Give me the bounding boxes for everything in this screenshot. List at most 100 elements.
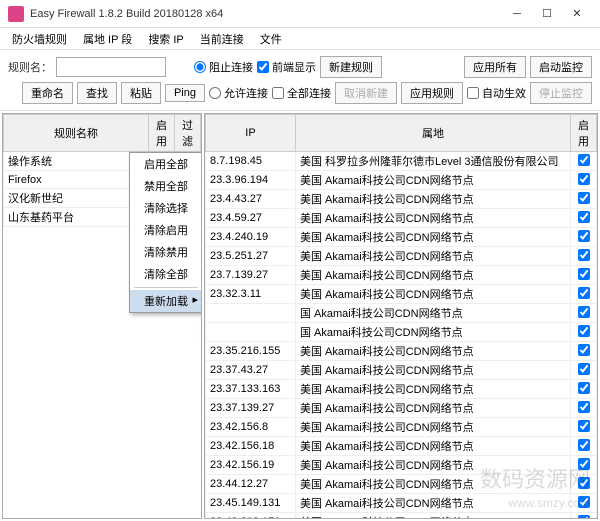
ip-cell[interactable]: 23.42.156.8 (206, 418, 296, 437)
menu-item[interactable]: 清除启用 (130, 219, 202, 241)
ip-enable-check[interactable] (578, 363, 590, 375)
ip-enable-check[interactable] (578, 192, 590, 204)
close-button[interactable]: ✕ (562, 4, 592, 24)
location-cell[interactable]: 美国 Akamai科技公司CDN网络节点 (296, 494, 571, 513)
col-ip[interactable]: IP (206, 115, 296, 152)
location-cell[interactable]: 美国 Akamai科技公司CDN网络节点 (296, 171, 571, 190)
location-cell[interactable]: 美国 Akamai科技公司CDN网络节点 (296, 513, 571, 520)
ip-enable-check[interactable] (578, 287, 590, 299)
rule-row-name[interactable]: 操作系统 (4, 152, 149, 171)
rule-row-name[interactable]: 汉化新世纪 (4, 189, 149, 208)
location-cell[interactable]: 美国 Akamai科技公司CDN网络节点 (296, 266, 571, 285)
ip-cell[interactable]: 23.5.251.27 (206, 247, 296, 266)
menu-firewall-rules[interactable]: 防火墙规则 (4, 29, 75, 49)
location-cell[interactable]: 美国 Akamai科技公司CDN网络节点 (296, 190, 571, 209)
menu-ip-region[interactable]: 属地 IP 段 (75, 29, 140, 49)
apply-all-button[interactable]: 应用所有 (464, 56, 526, 78)
ip-enable-check[interactable] (578, 344, 590, 356)
menu-current-conn[interactable]: 当前连接 (192, 29, 252, 49)
maximize-button[interactable]: ☐ (532, 4, 562, 24)
rule-name-input[interactable] (56, 57, 166, 77)
location-cell[interactable]: 美国 Akamai科技公司CDN网络节点 (296, 342, 571, 361)
location-cell[interactable]: 美国 Akamai科技公司CDN网络节点 (296, 228, 571, 247)
ip-enable-check[interactable] (578, 515, 590, 520)
ip-cell[interactable]: 23.7.139.27 (206, 266, 296, 285)
location-cell[interactable]: 美国 Akamai科技公司CDN网络节点 (296, 247, 571, 266)
ip-cell[interactable]: 23.4.59.27 (206, 209, 296, 228)
ip-enable-check[interactable] (578, 230, 590, 242)
menu-item[interactable]: 禁用全部 (130, 175, 202, 197)
auto-effect-check[interactable]: 自动生效 (467, 85, 526, 101)
ip-cell[interactable]: 23.42.156.18 (206, 437, 296, 456)
col-enable[interactable]: 启用 (149, 115, 175, 152)
ping-button[interactable]: Ping (165, 84, 205, 102)
ip-enable-check[interactable] (578, 249, 590, 261)
col-filter[interactable]: 过滤 (175, 115, 201, 152)
front-display-check[interactable]: 前端显示 (257, 59, 316, 75)
location-cell[interactable]: 美国 Akamai科技公司CDN网络节点 (296, 380, 571, 399)
ip-enable-check[interactable] (578, 496, 590, 508)
menu-item[interactable]: 清除全部 (130, 263, 202, 285)
ip-enable-check[interactable] (578, 306, 590, 318)
ip-cell[interactable]: 8.7.198.45 (206, 152, 296, 171)
ip-cell[interactable]: 23.35.216.155 (206, 342, 296, 361)
ip-enable-check[interactable] (578, 420, 590, 432)
paste-button[interactable]: 粘贴 (121, 82, 161, 104)
all-conn-check[interactable]: 全部连接 (272, 85, 331, 101)
location-cell[interactable]: 美国 Akamai科技公司CDN网络节点 (296, 209, 571, 228)
ip-cell[interactable] (206, 323, 296, 342)
location-cell[interactable]: 美国 科罗拉多州隆菲尔德市Level 3通信股份有限公司 (296, 152, 571, 171)
ip-enable-check[interactable] (578, 154, 590, 166)
rename-button[interactable]: 重命名 (22, 82, 73, 104)
ip-cell[interactable]: 23.44.12.27 (206, 475, 296, 494)
menu-search-ip[interactable]: 搜索 IP (140, 29, 191, 49)
location-cell[interactable]: 美国 Akamai科技公司CDN网络节点 (296, 456, 571, 475)
ip-cell[interactable]: 23.37.139.27 (206, 399, 296, 418)
new-rule-button[interactable]: 新建规则 (320, 56, 382, 78)
ip-enable-check[interactable] (578, 382, 590, 394)
ip-enable-check[interactable] (578, 458, 590, 470)
ip-enable-check[interactable] (578, 401, 590, 413)
ip-cell[interactable]: 23.4.43.27 (206, 190, 296, 209)
location-cell[interactable]: 美国 Akamai科技公司CDN网络节点 (296, 285, 571, 304)
ip-enable-check[interactable] (578, 268, 590, 280)
col-rule-name[interactable]: 规则名称 (4, 115, 149, 152)
menu-item[interactable]: 清除选择 (130, 197, 202, 219)
minimize-button[interactable]: ─ (502, 4, 532, 24)
ip-cell[interactable]: 23.37.43.27 (206, 361, 296, 380)
ip-enable-check[interactable] (578, 325, 590, 337)
ip-enable-check[interactable] (578, 173, 590, 185)
location-cell[interactable]: 美国 Akamai科技公司CDN网络节点 (296, 399, 571, 418)
location-cell[interactable]: 美国 Akamai科技公司CDN网络节点 (296, 475, 571, 494)
ip-cell[interactable]: 23.32.3.11 (206, 285, 296, 304)
menu-item[interactable]: 启用全部 (130, 153, 202, 175)
ip-cell[interactable]: 23.45.149.131 (206, 494, 296, 513)
start-monitor-button[interactable]: 启动监控 (530, 56, 592, 78)
apply-rule-button[interactable]: 应用规则 (401, 82, 463, 104)
col-location[interactable]: 属地 (296, 115, 571, 152)
menu-item[interactable]: 清除禁用 (130, 241, 202, 263)
ip-cell[interactable]: 23.3.96.194 (206, 171, 296, 190)
location-cell[interactable]: 美国 Akamai科技公司CDN网络节点 (296, 361, 571, 380)
ip-enable-check[interactable] (578, 439, 590, 451)
location-cell[interactable]: 美国 Akamai科技公司CDN网络节点 (296, 437, 571, 456)
ip-enable-check[interactable] (578, 211, 590, 223)
block-conn-radio[interactable]: 阻止连接 (194, 59, 253, 75)
location-cell[interactable]: 国 Akamai科技公司CDN网络节点 (296, 323, 571, 342)
ip-cell[interactable]: 23.42.156.19 (206, 456, 296, 475)
ip-cell[interactable] (206, 304, 296, 323)
menu-reload[interactable]: 重新加载 ▸ 按名称 按启用 (130, 290, 202, 312)
location-cell[interactable]: 国 Akamai科技公司CDN网络节点 (296, 304, 571, 323)
ip-cell[interactable]: 23.48.208.171 (206, 513, 296, 520)
find-button[interactable]: 查找 (77, 82, 117, 104)
rule-row-name[interactable]: 山东基药平台 (4, 208, 149, 227)
ip-cell[interactable]: 23.4.240.19 (206, 228, 296, 247)
context-menu[interactable]: 启用全部禁用全部清除选择清除启用清除禁用清除全部 重新加载 ▸ 按名称 按启用 (129, 152, 202, 313)
col-ip-enable[interactable]: 启用 (571, 115, 597, 152)
ip-enable-check[interactable] (578, 477, 590, 489)
menu-file[interactable]: 文件 (252, 29, 290, 49)
location-cell[interactable]: 美国 Akamai科技公司CDN网络节点 (296, 418, 571, 437)
rule-row-name[interactable]: Firefox (4, 171, 149, 189)
allow-conn-radio[interactable]: 允许连接 (209, 85, 268, 101)
ip-cell[interactable]: 23.37.133.163 (206, 380, 296, 399)
